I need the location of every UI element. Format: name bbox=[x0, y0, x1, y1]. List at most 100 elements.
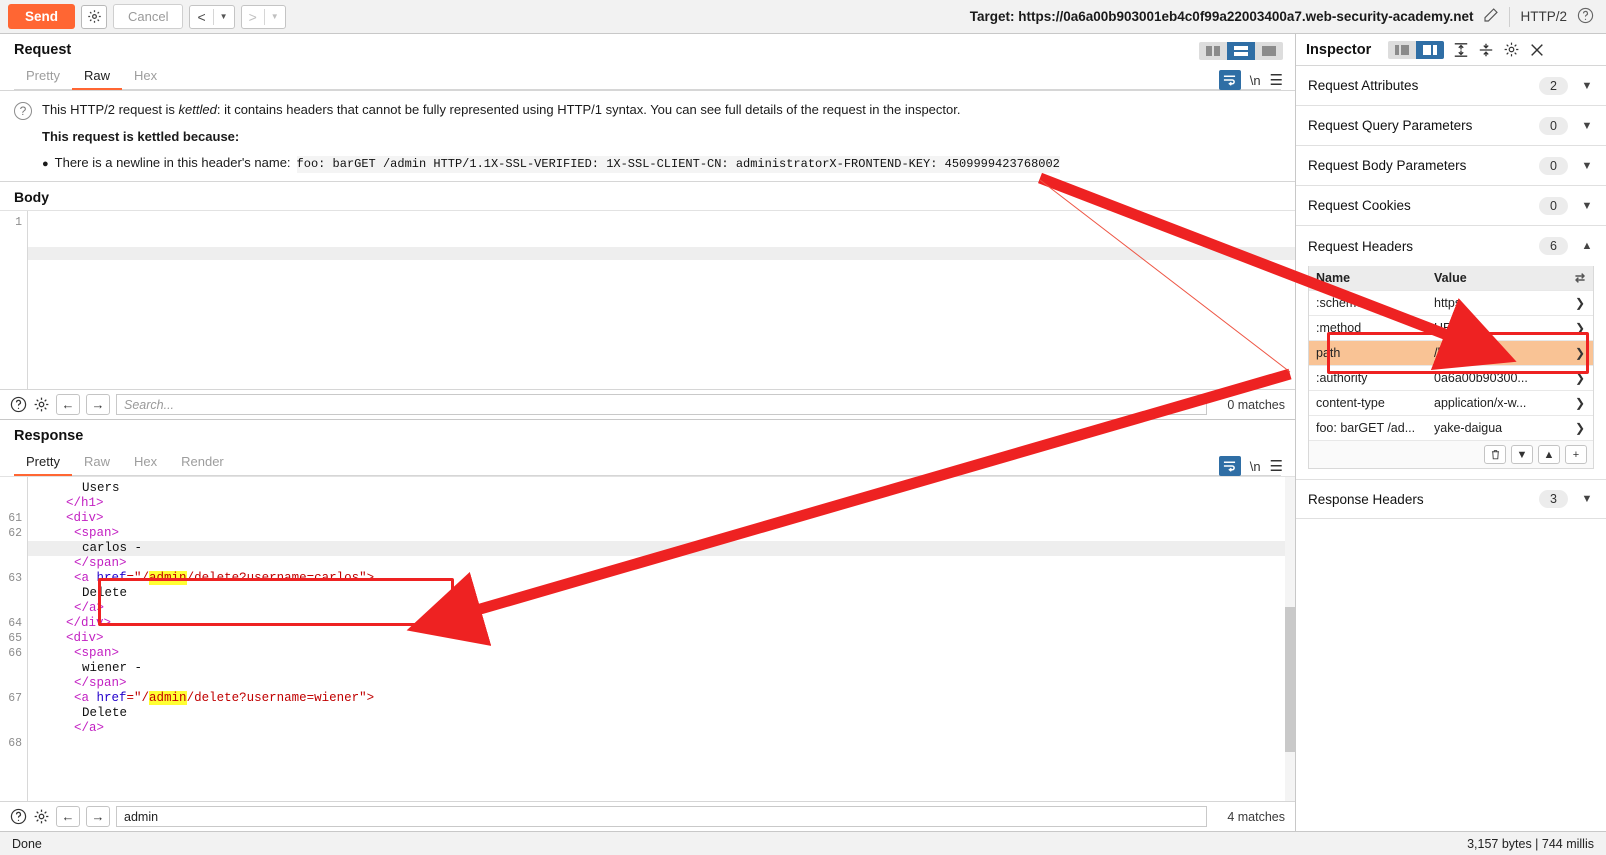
table-row[interactable]: foo: barGET /ad... yake-daigua ❯ bbox=[1309, 415, 1593, 440]
table-row[interactable]: :scheme https ❯ bbox=[1309, 290, 1593, 315]
request-body-code[interactable] bbox=[28, 211, 1295, 389]
word-wrap-icon[interactable] bbox=[1218, 456, 1241, 476]
pencil-icon[interactable] bbox=[1483, 7, 1499, 26]
gear-icon[interactable] bbox=[1503, 41, 1520, 58]
inspector-section-request-query-parameters[interactable]: Request Query Parameters 0 ▼ bbox=[1296, 106, 1606, 146]
search-prev-button[interactable]: ← bbox=[56, 806, 80, 827]
inspector-section-request-attributes[interactable]: Request Attributes 2 ▼ bbox=[1296, 66, 1606, 106]
chevron-down-icon[interactable]: ▼ bbox=[1580, 120, 1594, 132]
gear-icon[interactable] bbox=[81, 4, 108, 29]
gear-icon[interactable] bbox=[33, 808, 50, 825]
chevron-up-icon[interactable]: ▲ bbox=[1580, 240, 1594, 252]
code-token: ="/ bbox=[126, 691, 150, 705]
word-wrap-icon[interactable] bbox=[1218, 70, 1241, 90]
question-circle-icon[interactable] bbox=[1577, 7, 1594, 27]
tab-request-hex[interactable]: Hex bbox=[122, 64, 169, 90]
inspector-section-response-headers[interactable]: Response Headers 3 ▼ bbox=[1296, 479, 1606, 519]
back-button[interactable]: < ▼ bbox=[189, 4, 235, 29]
chevron-right-icon[interactable]: ❯ bbox=[1567, 396, 1593, 410]
line-number bbox=[0, 601, 22, 616]
line-number bbox=[0, 721, 22, 736]
response-body-editor[interactable]: 61 62 63 64 65 66 67 68 Users </h1> <div> <spa… bbox=[0, 476, 1295, 801]
header-value-cell[interactable]: HEAD bbox=[1427, 321, 1567, 335]
layout-stacked-icon[interactable] bbox=[1227, 42, 1255, 60]
tab-request-pretty[interactable]: Pretty bbox=[14, 64, 72, 90]
layout-single-icon[interactable] bbox=[1255, 42, 1283, 60]
close-icon[interactable] bbox=[1529, 42, 1545, 58]
inspector-dock-right-icon[interactable] bbox=[1416, 40, 1445, 59]
cancel-button[interactable]: Cancel bbox=[113, 4, 184, 29]
table-row[interactable]: path/login ❯ bbox=[1309, 340, 1593, 365]
code-token: <div> bbox=[66, 511, 104, 525]
kettled-notice: ? This HTTP/2 request is kettled: it con… bbox=[0, 90, 1295, 183]
request-body-editor[interactable]: 1 bbox=[0, 210, 1295, 389]
chevron-down-icon[interactable]: ▼ bbox=[1580, 80, 1594, 92]
code-token: <a bbox=[74, 691, 97, 705]
table-row[interactable]: :authority 0a6a00b90300... ❯ bbox=[1309, 365, 1593, 390]
tab-response-pretty[interactable]: Pretty bbox=[14, 450, 72, 476]
tab-response-raw[interactable]: Raw bbox=[72, 450, 122, 476]
header-name-cell[interactable]: content-type bbox=[1309, 396, 1427, 410]
collapse-all-icon[interactable] bbox=[1478, 42, 1494, 58]
chevron-right-icon[interactable]: ❯ bbox=[1567, 421, 1593, 435]
table-row[interactable]: content-type application/x-w... ❯ bbox=[1309, 390, 1593, 415]
section-label: Request Attributes bbox=[1308, 78, 1419, 93]
layout-side-by-side-icon[interactable] bbox=[1199, 42, 1227, 60]
header-name-cell[interactable]: foo: barGET /ad... bbox=[1309, 421, 1427, 435]
tab-response-hex[interactable]: Hex bbox=[122, 450, 169, 476]
chevron-down-icon[interactable]: ▼ bbox=[1580, 493, 1594, 505]
chevron-right-icon[interactable]: ❯ bbox=[1567, 346, 1593, 360]
header-value-cell[interactable]: /login bbox=[1427, 346, 1567, 360]
chevron-right-icon[interactable]: ❯ bbox=[1567, 371, 1593, 385]
newline-icon[interactable]: \n bbox=[1250, 459, 1261, 474]
response-scrollbar[interactable] bbox=[1285, 477, 1295, 801]
inspector-section-request-body-parameters[interactable]: Request Body Parameters 0 ▼ bbox=[1296, 146, 1606, 186]
hamburger-menu-icon[interactable]: ☰ bbox=[1270, 73, 1283, 88]
tab-response-render[interactable]: Render bbox=[169, 450, 236, 476]
search-prev-button[interactable]: ← bbox=[56, 394, 80, 415]
gear-icon[interactable] bbox=[33, 396, 50, 413]
header-value-cell[interactable]: application/x-w... bbox=[1427, 396, 1567, 410]
inspector-section-request-headers[interactable]: Request Headers 6 ▲ bbox=[1296, 226, 1606, 266]
header-value-cell[interactable]: 0a6a00b90300... bbox=[1427, 371, 1567, 385]
response-code[interactable]: Users </h1> <div> <span> carlos - </span> <a h… bbox=[28, 477, 1295, 801]
search-next-button[interactable]: → bbox=[86, 806, 110, 827]
send-button[interactable]: Send bbox=[8, 4, 76, 29]
column-header-name: Name bbox=[1316, 271, 1351, 285]
search-next-button[interactable]: → bbox=[86, 394, 110, 415]
chevron-down-icon[interactable]: ▼ bbox=[1580, 160, 1594, 172]
chevron-right-icon[interactable]: ❯ bbox=[1567, 321, 1593, 335]
question-circle-icon[interactable] bbox=[10, 808, 27, 825]
header-name-cell[interactable]: :method bbox=[1309, 321, 1427, 335]
header-value-cell[interactable]: yake-daigua bbox=[1427, 421, 1567, 435]
inspector-dock-left-icon[interactable] bbox=[1388, 40, 1417, 59]
header-name-cell[interactable]: :scheme bbox=[1309, 296, 1427, 310]
section-label: Request Body Parameters bbox=[1308, 158, 1467, 173]
kettled-reason-heading: This request is kettled because: bbox=[42, 128, 240, 144]
sort-toggle-icon[interactable]: ⇄ bbox=[1567, 271, 1593, 285]
delete-icon[interactable] bbox=[1484, 445, 1506, 464]
forward-button[interactable]: > ▼ bbox=[240, 4, 286, 29]
code-token: </a> bbox=[74, 601, 105, 615]
chevron-down-icon[interactable]: ▼ bbox=[1580, 200, 1594, 212]
response-search-input[interactable] bbox=[116, 806, 1207, 827]
header-value-cell[interactable]: https bbox=[1427, 296, 1567, 310]
scrollbar-thumb[interactable] bbox=[1285, 606, 1295, 753]
newline-icon[interactable]: \n bbox=[1250, 73, 1261, 88]
code-line: <div> bbox=[28, 511, 1295, 526]
inspector-section-request-cookies[interactable]: Request Cookies 0 ▼ bbox=[1296, 186, 1606, 226]
question-circle-icon[interactable] bbox=[10, 396, 27, 413]
chevron-right-icon[interactable]: ❯ bbox=[1567, 296, 1593, 310]
table-row[interactable]: :method HEAD ❯ bbox=[1309, 315, 1593, 340]
kettled-notice-line1: This HTTP/2 request is kettled: it conta… bbox=[42, 101, 1060, 120]
hamburger-menu-icon[interactable]: ☰ bbox=[1270, 459, 1283, 474]
tab-request-raw[interactable]: Raw bbox=[71, 64, 122, 90]
request-search-input[interactable] bbox=[116, 394, 1207, 415]
move-down-icon[interactable]: ▼ bbox=[1511, 445, 1533, 464]
header-name-cell[interactable]: path bbox=[1309, 346, 1427, 360]
move-up-icon[interactable]: ▲ bbox=[1538, 445, 1560, 464]
add-icon[interactable]: + bbox=[1565, 445, 1587, 464]
section-label: Request Cookies bbox=[1308, 198, 1411, 213]
expand-all-icon[interactable] bbox=[1453, 42, 1469, 58]
header-name-cell[interactable]: :authority bbox=[1309, 371, 1427, 385]
